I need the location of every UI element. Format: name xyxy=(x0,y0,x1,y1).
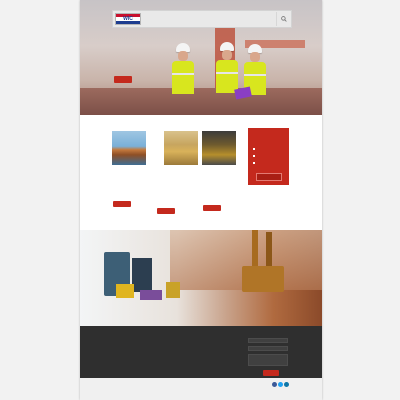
service-image-ship[interactable] xyxy=(112,131,146,165)
contact-name-field[interactable] xyxy=(248,338,288,343)
side-panel xyxy=(248,128,289,185)
twitter-icon[interactable] xyxy=(278,382,283,387)
top-navigation: WIC xyxy=(112,10,292,28)
side-panel-item[interactable] xyxy=(253,155,257,158)
service-image-machinery[interactable] xyxy=(202,131,236,165)
hero-button[interactable] xyxy=(114,76,132,83)
contact-email-field[interactable] xyxy=(248,346,288,351)
purple-equipment-graphic xyxy=(140,290,162,300)
worker-figure xyxy=(172,43,194,94)
logo-text: WIC xyxy=(123,16,133,22)
search-button[interactable] xyxy=(276,12,291,26)
forklift-body-graphic xyxy=(242,266,284,292)
page-container: WIC xyxy=(80,0,322,400)
generator-graphic xyxy=(132,258,152,292)
facebook-icon[interactable] xyxy=(272,382,277,387)
send-button[interactable] xyxy=(263,370,279,376)
footer xyxy=(80,326,322,378)
yellow-equipment-graphic xyxy=(116,284,134,298)
company-logo[interactable]: WIC xyxy=(115,13,141,25)
contact-message-field[interactable] xyxy=(248,354,288,366)
service-read-more-button[interactable] xyxy=(157,208,175,214)
hero-ground-graphic xyxy=(80,88,322,115)
bottom-bar xyxy=(80,378,322,400)
service-image-worker[interactable] xyxy=(164,131,198,165)
side-panel-item[interactable] xyxy=(253,148,257,151)
yellow-equipment-graphic xyxy=(166,282,180,298)
machinery-banner xyxy=(80,230,322,326)
service-read-more-button[interactable] xyxy=(113,201,131,207)
worker-figure xyxy=(216,42,238,93)
side-panel-button[interactable] xyxy=(256,173,282,181)
search-icon xyxy=(281,16,287,22)
service-read-more-button[interactable] xyxy=(203,205,221,211)
linkedin-icon[interactable] xyxy=(284,382,289,387)
side-panel-item[interactable] xyxy=(253,162,257,165)
hero-section: WIC xyxy=(80,0,322,115)
